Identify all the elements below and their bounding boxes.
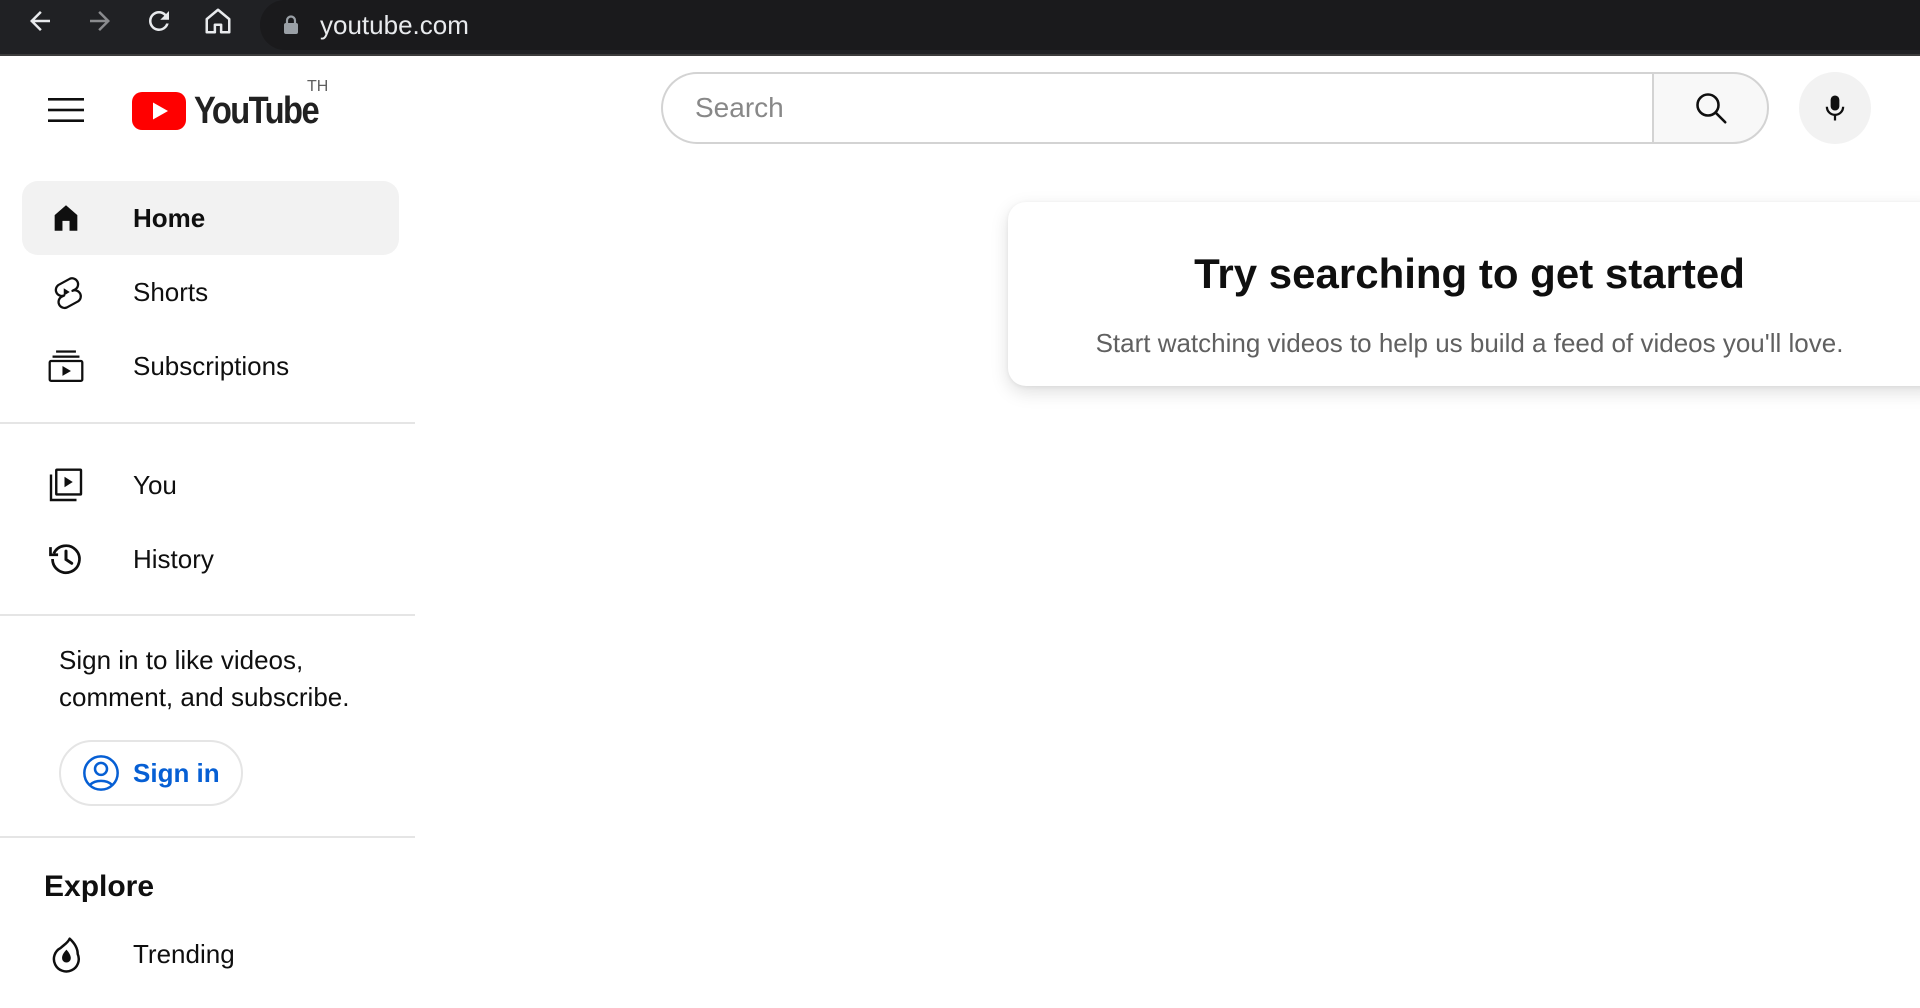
sign-in-label: Sign in — [133, 757, 220, 788]
account-icon — [83, 755, 119, 791]
sidebar-item-history[interactable]: History — [22, 522, 399, 596]
country-code: TH — [307, 78, 329, 95]
browser-toolbar: youtube.com — [0, 0, 1920, 56]
search-button[interactable] — [1652, 72, 1769, 144]
sidebar-item-label: Subscriptions — [133, 350, 290, 381]
trending-icon — [46, 934, 86, 974]
masthead: YouTube TH — [0, 56, 1920, 156]
home-button[interactable] — [194, 0, 242, 42]
logo-wordmark: YouTube — [194, 89, 320, 132]
sidebar-item-label: You — [133, 469, 177, 500]
sidebar-item-home[interactable]: Home — [22, 181, 399, 255]
history-icon — [46, 539, 86, 579]
url-text: youtube.com — [320, 9, 469, 40]
explore-heading: Explore — [44, 870, 155, 903]
empty-feed-subtitle: Start watching videos to help us build a… — [1095, 328, 1844, 358]
search-icon — [1695, 93, 1727, 124]
mic-icon — [1825, 95, 1845, 121]
sidebar-item-label: History — [133, 543, 214, 574]
menu-icon — [48, 98, 84, 122]
voice-search-button[interactable] — [1799, 72, 1871, 144]
sidebar-divider — [0, 422, 415, 424]
empty-feed-card: Try searching to get started Start watch… — [1008, 202, 1920, 386]
youtube-play-icon — [132, 92, 186, 130]
home-icon — [205, 8, 231, 34]
sidebar-item-subscriptions[interactable]: Subscriptions — [22, 329, 399, 403]
you-icon — [46, 465, 86, 505]
sidebar-item-label: Trending — [133, 938, 235, 969]
sign-in-button[interactable]: Sign in — [59, 740, 243, 806]
empty-feed-title: Try searching to get started — [1194, 250, 1745, 297]
lock-icon — [284, 15, 298, 34]
guide-menu-button[interactable] — [36, 80, 96, 140]
guide-sidebar: Home Shorts Subscriptions You History Si… — [0, 156, 415, 1008]
signin-prompt: Sign in to like videos, comment, and sub… — [59, 645, 350, 712]
sidebar-divider — [0, 614, 415, 616]
reload-icon — [149, 10, 169, 31]
address-bar[interactable]: youtube.com — [260, 0, 1920, 50]
search-box[interactable] — [661, 72, 1654, 144]
sidebar-divider — [0, 836, 415, 838]
reload-button[interactable] — [135, 0, 183, 42]
forward-icon — [90, 11, 110, 31]
back-icon — [30, 11, 50, 31]
sidebar-item-label: Shorts — [133, 276, 209, 307]
subscriptions-icon — [46, 346, 86, 386]
sidebar-item-shorts[interactable]: Shorts — [22, 255, 399, 329]
shorts-icon — [46, 272, 86, 312]
sidebar-item-label: Home — [133, 202, 206, 233]
sidebar-item-you[interactable]: You — [22, 448, 399, 522]
back-button[interactable] — [16, 0, 64, 42]
forward-button[interactable] — [76, 0, 124, 42]
home-icon — [46, 198, 86, 238]
search-input[interactable] — [693, 91, 1654, 125]
sidebar-item-trending[interactable]: Trending — [22, 917, 399, 991]
